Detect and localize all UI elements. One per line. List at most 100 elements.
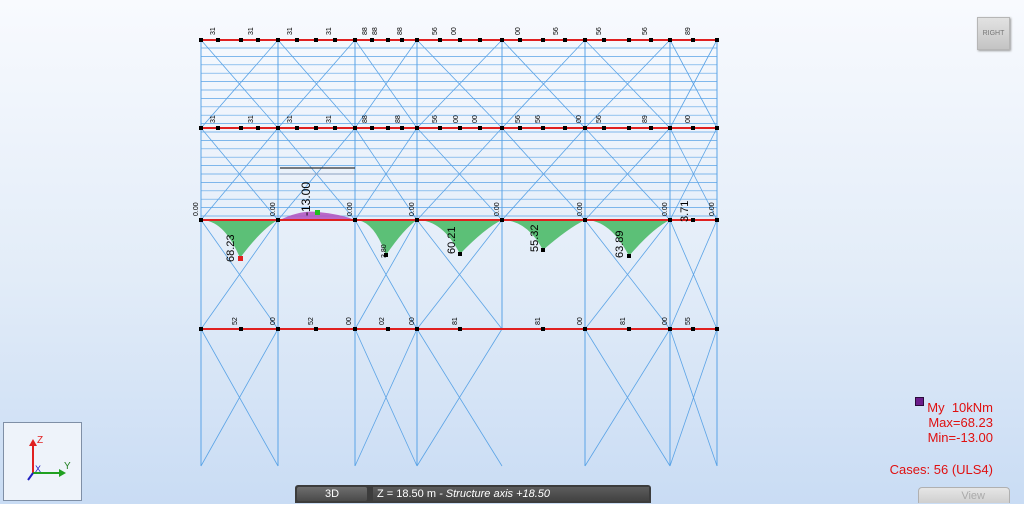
node-marker-min	[315, 210, 320, 215]
legend-min: Min=-13.00	[927, 430, 993, 445]
beam-result-label: 52	[308, 317, 315, 325]
beam-result-label: 31	[210, 115, 217, 123]
node-marker	[276, 218, 280, 222]
beam-result-label: 31	[210, 27, 217, 35]
beam-result-label: 56	[432, 27, 439, 35]
axis-z-label: Z	[37, 435, 43, 446]
node-marker	[649, 38, 653, 42]
node-marker	[478, 38, 482, 42]
beam-result-label: 00	[346, 317, 353, 325]
node-marker	[353, 38, 357, 42]
beam-result-label: 89	[642, 115, 649, 123]
moment-value-label: 60.21	[446, 226, 458, 254]
node-marker	[691, 126, 695, 130]
node-marker	[541, 38, 545, 42]
node-marker	[627, 254, 631, 258]
beam-result-label: 31	[326, 115, 333, 123]
node-marker	[500, 218, 504, 222]
node-marker	[583, 126, 587, 130]
moment-value-label: 3.71	[679, 201, 691, 222]
moment-diagram	[502, 220, 585, 250]
beam-result-label: 56	[642, 27, 649, 35]
node-marker	[386, 327, 390, 331]
node-marker	[691, 327, 695, 331]
node-marker	[386, 38, 390, 42]
node-marker	[199, 218, 203, 222]
beam-result-label: 31	[248, 115, 255, 123]
beam-result-label: 56	[596, 27, 603, 35]
node-marker	[276, 327, 280, 331]
node-marker	[199, 126, 203, 130]
beam-result-label: 0.00	[270, 202, 277, 216]
view-orientation-label: RIGHT	[982, 30, 1005, 37]
node-marker	[239, 38, 243, 42]
beam-result-label: 31	[287, 27, 294, 35]
beam-result-label: 81	[535, 317, 542, 325]
node-marker	[715, 327, 719, 331]
node-marker	[668, 218, 672, 222]
legend-swatch-icon	[915, 397, 925, 406]
node-marker	[627, 327, 631, 331]
node-marker	[500, 126, 504, 130]
beam-result-label: 31	[248, 27, 255, 35]
legend-quantity: My	[927, 400, 945, 415]
beam-result-label: 0.00	[347, 202, 354, 216]
node-marker	[715, 126, 719, 130]
beam-result-label: 56	[596, 115, 603, 123]
node-marker	[415, 126, 419, 130]
node-marker	[216, 126, 220, 130]
node-marker	[715, 218, 719, 222]
beam-result-label: 88	[397, 27, 404, 35]
coordinate-value: Z = 18.50 m	[377, 488, 437, 500]
beam-result-label: 0.00	[193, 202, 200, 216]
beam-result-label: 0.00	[494, 202, 501, 216]
node-marker	[314, 38, 318, 42]
node-marker	[583, 38, 587, 42]
beam-result-label: 00	[577, 317, 584, 325]
status-bar: 3D Z = 18.50 m - Structure axis +18.50	[295, 485, 651, 503]
structure-model-view[interactable]: 31 31 31 31 88 88 88 56 00 00 56 56 56 8931 31 31 31 88 88…	[0, 0, 1024, 504]
view-orientation-button[interactable]: RIGHT	[977, 17, 1010, 50]
node-marker	[438, 126, 442, 130]
beam-result-label: 81	[452, 317, 459, 325]
node-marker	[199, 327, 203, 331]
node-marker	[668, 38, 672, 42]
node-marker	[583, 218, 587, 222]
node-marker	[458, 252, 462, 256]
node-marker	[295, 38, 299, 42]
node-marker	[353, 327, 357, 331]
node-marker	[256, 126, 260, 130]
moment-diagram	[585, 220, 670, 256]
node-marker	[400, 38, 404, 42]
beam-result-label: 55	[685, 317, 692, 325]
beam-result-label: 0.00	[662, 202, 669, 216]
node-marker	[478, 126, 482, 130]
moment-diagram	[201, 220, 278, 258]
node-marker	[715, 38, 719, 42]
legend-max: Max=68.23	[928, 415, 993, 430]
beam-result-label: 00	[662, 317, 669, 325]
legend-unit: 10kNm	[951, 400, 993, 415]
node-marker	[563, 126, 567, 130]
node-marker	[333, 38, 337, 42]
view-tab[interactable]: View	[918, 487, 1010, 503]
node-marker	[353, 218, 357, 222]
mode-3d-button[interactable]: 3D	[297, 487, 367, 501]
node-marker	[199, 38, 203, 42]
axis-triad-icon: Z Y X	[27, 435, 71, 481]
node-marker	[314, 327, 318, 331]
result-legend: My 10kNm Max=68.23 Min=-13.00	[915, 397, 993, 445]
node-marker	[276, 38, 280, 42]
coordinate-hint: - Structure axis +18.50	[436, 488, 551, 500]
node-marker	[415, 327, 419, 331]
beam-result-label: 00	[453, 115, 460, 123]
moment-value-label: 3.80	[381, 244, 388, 258]
node-marker	[602, 38, 606, 42]
structure-viewport[interactable]: 31 31 31 31 88 88 88 56 00 00 56 56 56 89 31 31 31 31 88 88…	[0, 0, 1024, 504]
beam-result-label: 0.00	[409, 202, 416, 216]
node-marker	[602, 126, 606, 130]
beam-result-label: 31	[326, 27, 333, 35]
node-marker	[386, 126, 390, 130]
beam-result-label: 00	[451, 27, 458, 35]
beam-result-label: 0.00	[577, 202, 584, 216]
